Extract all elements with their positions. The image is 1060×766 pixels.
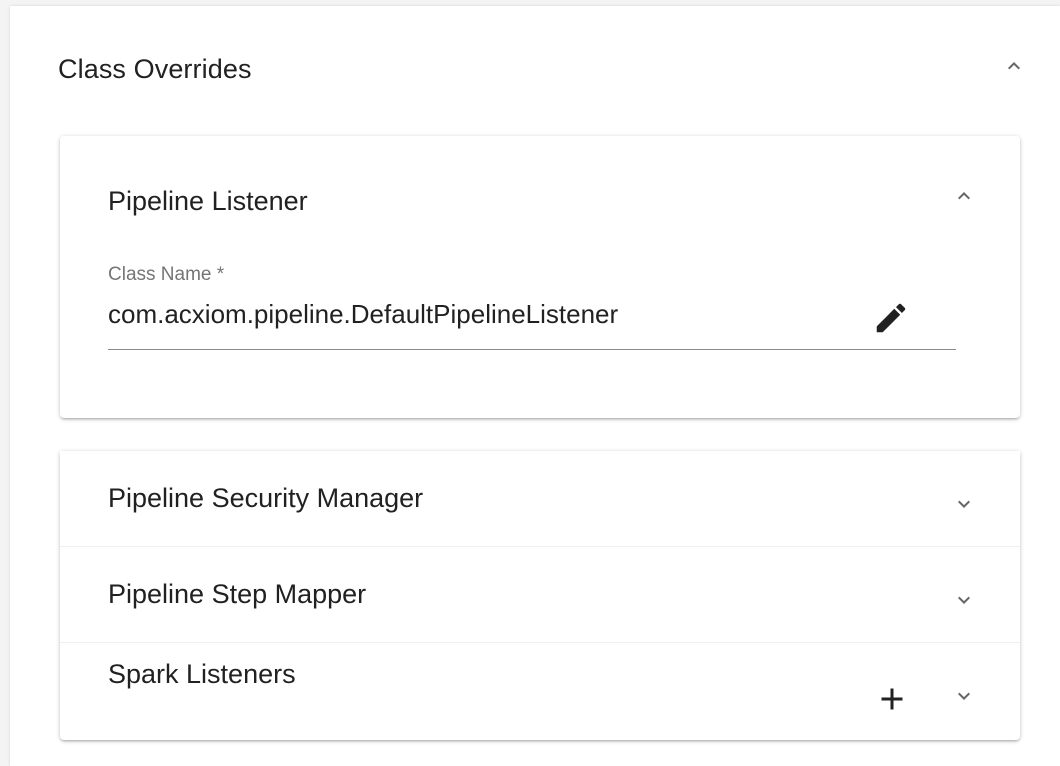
pipeline-security-manager-header[interactable]: Pipeline Security Manager bbox=[60, 451, 1020, 546]
chevron-down-icon[interactable] bbox=[952, 684, 976, 708]
chevron-up-icon[interactable] bbox=[1002, 54, 1026, 78]
pencil-icon[interactable] bbox=[872, 299, 910, 337]
class-name-underline bbox=[108, 349, 956, 350]
class-name-input[interactable]: com.acxiom.pipeline.DefaultPipelineListe… bbox=[108, 299, 618, 330]
spark-listeners-title: Spark Listeners bbox=[108, 659, 296, 689]
chevron-down-icon[interactable] bbox=[952, 588, 976, 612]
chevron-up-icon[interactable] bbox=[952, 184, 976, 208]
class-name-label: Class Name * bbox=[108, 264, 225, 285]
pipeline-listener-title[interactable]: Pipeline Listener bbox=[108, 186, 308, 217]
class-overrides-title[interactable]: Class Overrides bbox=[58, 54, 252, 85]
collapsed-panels-group: Pipeline Security Manager Pipeline Step … bbox=[60, 451, 1020, 740]
plus-icon[interactable] bbox=[874, 681, 910, 717]
class-overrides-panel: Class Overrides Pipeline Listener Class … bbox=[10, 6, 1060, 766]
pipeline-step-mapper-title: Pipeline Step Mapper bbox=[108, 579, 367, 609]
pipeline-step-mapper-header[interactable]: Pipeline Step Mapper bbox=[60, 547, 1020, 642]
pipeline-security-manager-title: Pipeline Security Manager bbox=[108, 483, 424, 513]
chevron-down-icon[interactable] bbox=[952, 492, 976, 516]
pipeline-listener-panel: Pipeline Listener Class Name * com.acxio… bbox=[60, 136, 1020, 418]
